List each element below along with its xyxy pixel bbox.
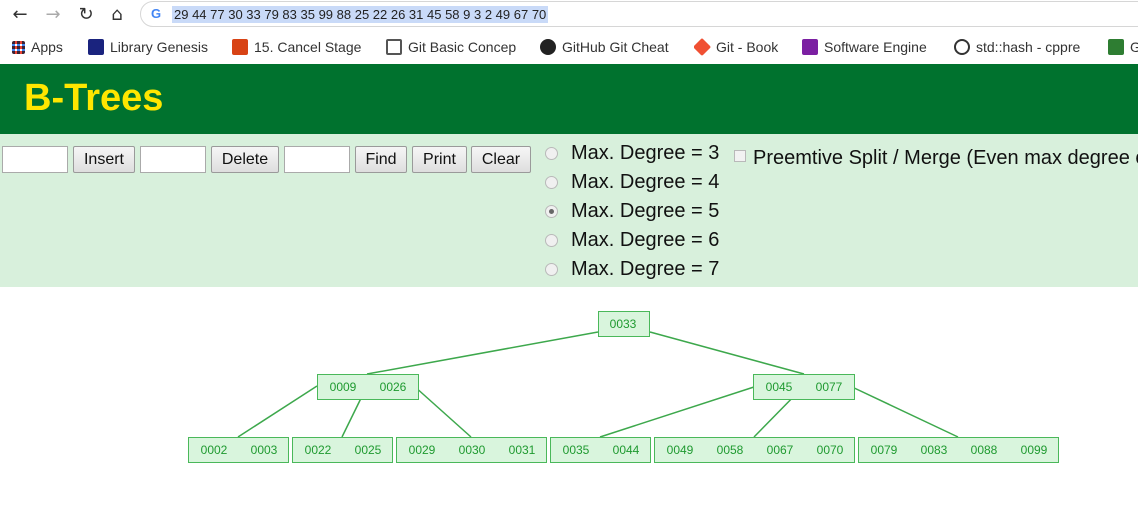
home-icon[interactable]: ⌂ — [105, 2, 129, 26]
page-title: B-Trees — [24, 77, 164, 119]
tree-leaf-node: 0029 0030 0031 — [396, 437, 547, 463]
delete-button[interactable]: Delete — [211, 146, 279, 173]
bookmark-geeksforgeeks[interactable]: G — [1108, 37, 1138, 57]
clear-button[interactable]: Clear — [471, 146, 531, 173]
tree-key: 0083 — [921, 443, 948, 457]
bookmark-git-book[interactable]: Git - Book — [694, 37, 788, 57]
tree-key: 0077 — [816, 380, 843, 394]
tree-key: 0067 — [767, 443, 794, 457]
insert-button[interactable]: Insert — [73, 146, 135, 173]
software-engine-icon — [802, 39, 818, 55]
degree-radio[interactable] — [545, 146, 558, 160]
library-genesis-icon — [88, 39, 104, 55]
degree-option-6[interactable]: Max. Degree = 6 — [545, 227, 719, 253]
tree-key: 0070 — [817, 443, 844, 457]
tree-key: 0022 — [305, 443, 332, 457]
tree-edge — [849, 385, 959, 438]
bookmarks-bar: Apps Library Genesis 15. Cancel Stage Gi… — [0, 31, 1138, 61]
bookmark-cancel-stage[interactable]: 15. Cancel Stage — [232, 37, 368, 57]
degree-option-3[interactable]: Max. Degree = 3 — [545, 140, 719, 166]
tree-leaf-node: 0049 0058 0067 0070 — [654, 437, 855, 463]
tree-root-node: 0033 — [598, 311, 650, 337]
forward-arrow-icon[interactable]: → — [41, 2, 65, 26]
degree-radio-selected[interactable] — [545, 204, 558, 218]
preemptive-checkbox[interactable] — [734, 150, 746, 162]
degree-radio[interactable] — [545, 175, 558, 189]
tree-key: 0079 — [871, 443, 898, 457]
tree-key: 0099 — [1021, 443, 1048, 457]
tree-leaf-node: 0079 0083 0088 0099 — [858, 437, 1059, 463]
tree-internal-node: 0009 0026 — [317, 374, 419, 400]
tree-key: 0031 — [509, 443, 536, 457]
tree-key: 0033 — [610, 317, 637, 331]
bookmark-software-engineering[interactable]: Software Engine — [802, 37, 938, 57]
page-header: B-Trees — [0, 64, 1138, 134]
tree-leaf-node: 0002 0003 — [188, 437, 289, 463]
degree-option-5[interactable]: Max. Degree = 5 — [545, 198, 719, 224]
print-button[interactable]: Print — [412, 146, 467, 173]
google-icon: G — [151, 6, 162, 21]
github-icon — [540, 39, 556, 55]
reload-icon[interactable]: ↻ — [74, 2, 98, 26]
tree-edge — [649, 331, 805, 375]
tree-leaf-node: 0022 0025 — [292, 437, 393, 463]
tree-key: 0049 — [667, 443, 694, 457]
tree-key: 0002 — [201, 443, 228, 457]
address-bar[interactable]: G 29 44 77 30 33 79 83 35 99 88 25 22 26… — [140, 1, 1138, 27]
insert-input[interactable] — [2, 146, 68, 173]
tree-key: 0045 — [766, 380, 793, 394]
find-input[interactable] — [284, 146, 350, 173]
tree-key: 0058 — [717, 443, 744, 457]
url-text[interactable]: 29 44 77 30 33 79 83 35 99 88 25 22 26 3… — [172, 6, 549, 23]
geeksforgeeks-icon — [1108, 39, 1124, 55]
degree-option-4[interactable]: Max. Degree = 4 — [545, 169, 719, 195]
preemptive-label: Preemtive Split / Merge (Even max degree… — [753, 147, 1138, 169]
tree-key: 0009 — [330, 380, 357, 394]
tree-internal-node: 0045 0077 — [753, 374, 855, 400]
btree-canvas: 0033 0009 0026 0045 0077 0002 0003 0022 0025 0029… — [188, 311, 1059, 463]
tree-key: 0025 — [355, 443, 382, 457]
tree-leaf-node: 0035 0044 — [550, 437, 651, 463]
bookmark-github-cheat[interactable]: GitHub Git Cheat — [540, 37, 678, 57]
browser-toolbar: ← → ↻ ⌂ G 29 44 77 30 33 79 83 35 99 88 … — [0, 0, 1138, 28]
apps-grid-icon — [12, 40, 25, 54]
tree-edge — [366, 331, 599, 375]
tree-key: 0030 — [459, 443, 486, 457]
tree-key: 0044 — [613, 443, 640, 457]
find-button[interactable]: Find — [355, 146, 407, 173]
delete-input[interactable] — [140, 146, 206, 173]
tree-key: 0026 — [380, 380, 407, 394]
tree-key: 0088 — [971, 443, 998, 457]
cppreference-icon — [954, 39, 970, 55]
cancel-stage-icon — [232, 39, 248, 55]
controls-panel: Insert Delete Find Print Clear Max. Degr… — [0, 134, 1138, 287]
git-icon — [694, 37, 712, 57]
tree-key: 0029 — [409, 443, 436, 457]
bookmark-git-basic-concepts[interactable]: Git Basic Concep — [386, 37, 522, 57]
back-arrow-icon[interactable]: ← — [8, 2, 32, 26]
tree-edge — [237, 385, 318, 438]
tree-key: 0003 — [251, 443, 278, 457]
degree-radio[interactable] — [545, 233, 558, 247]
degree-option-7[interactable]: Max. Degree = 7 — [545, 256, 719, 282]
bookmark-library-genesis[interactable]: Library Genesis — [88, 37, 222, 57]
tree-key: 0035 — [563, 443, 590, 457]
git-basic-icon — [386, 39, 402, 55]
degree-radio[interactable] — [545, 262, 558, 276]
bookmark-std-hash[interactable]: std::hash - cppre — [954, 37, 1092, 57]
tree-edge — [413, 385, 472, 438]
tree-edge — [599, 385, 758, 438]
bookmark-apps[interactable]: Apps — [12, 37, 82, 57]
